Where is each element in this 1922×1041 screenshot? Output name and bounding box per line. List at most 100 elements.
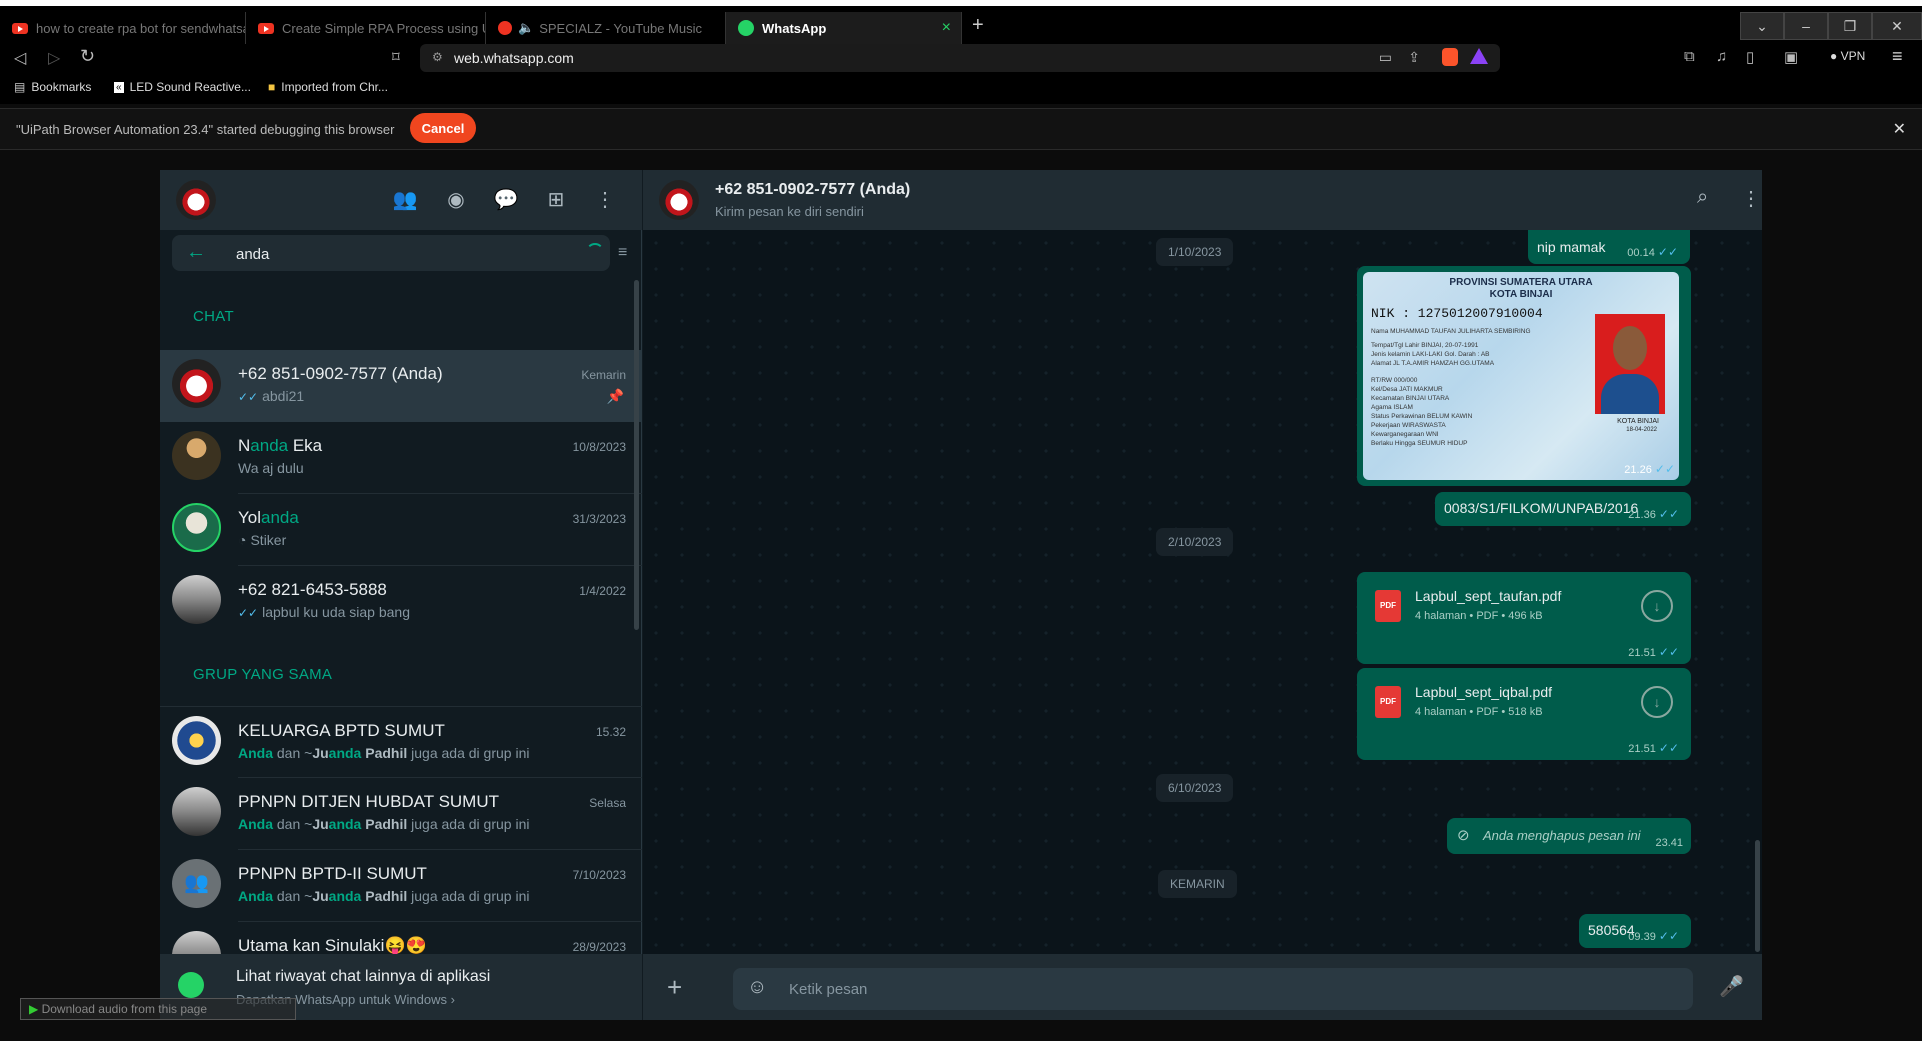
read-ticks-icon: ✓✓ — [238, 390, 259, 404]
search-input[interactable] — [236, 243, 536, 265]
site-info-icon[interactable]: ⚙ — [432, 50, 443, 64]
avatar — [172, 431, 221, 480]
group-item[interactable]: Utama kan Sinulaki😝😍 28/9/2023 — [160, 922, 642, 954]
new-tab-button[interactable]: + — [972, 14, 984, 37]
chat-title: Yolanda — [238, 508, 299, 527]
youtube-icon — [258, 22, 274, 34]
contact-avatar[interactable] — [659, 180, 699, 220]
message-input[interactable] — [733, 968, 1693, 1010]
group-default-avatar: 👥 — [172, 859, 221, 908]
group-members: Anda dan ~Juanda Padhil juga ada di grup… — [238, 888, 530, 904]
share-icon[interactable]: ⇪ — [1408, 49, 1420, 66]
pdf-icon: PDF — [1375, 590, 1401, 622]
bookmark-item[interactable]: «LED Sound Reactive... — [114, 80, 251, 94]
new-chat-icon[interactable]: ⊞ — [543, 188, 569, 212]
close-window-button[interactable]: ✕ — [1872, 12, 1922, 40]
chat-time: 31/3/2023 — [572, 512, 626, 526]
chat-list-scrollbar[interactable] — [634, 280, 639, 630]
bookmark-folder[interactable]: ■ Imported from Chr... — [268, 80, 388, 94]
status-icon[interactable]: ◉ — [443, 188, 469, 212]
message-bubble[interactable]: 580564 09.39 ✓✓ — [1579, 914, 1691, 948]
blocked-icon: ⊘ — [1457, 827, 1470, 844]
restore-button[interactable]: ❐ — [1828, 12, 1872, 40]
conversation-header[interactable]: +62 851-0902-7577 (Anda) Kirim pesan ke … — [643, 170, 1762, 230]
reload-icon[interactable]: ↻ — [80, 46, 95, 67]
conversation-pane: +62 851-0902-7577 (Anda) Kirim pesan ke … — [643, 170, 1762, 1020]
chat-time: 10/8/2023 — [572, 440, 626, 454]
deleted-message[interactable]: ⊘ Anda menghapus pesan ini 23.41 — [1447, 818, 1691, 854]
attach-plus-icon[interactable]: + — [667, 972, 682, 1003]
file-meta: 4 halaman • PDF • 518 kB — [1415, 706, 1543, 718]
file-name: Lapbul_sept_taufan.pdf — [1415, 588, 1562, 604]
chat-time: 7/10/2023 — [572, 868, 626, 882]
chat-time: 15.32 — [595, 725, 626, 739]
pin-icon: 📌 — [606, 388, 624, 404]
message-time: 09.39 ✓✓ — [1628, 929, 1679, 943]
message-time: 23.41 — [1655, 837, 1683, 849]
search-icon[interactable]: ⌕ — [1697, 186, 1708, 209]
document-message[interactable]: PDF Lapbul_sept_iqbal.pdf 4 halaman • PD… — [1357, 668, 1691, 760]
group-item[interactable]: KELUARGA BPTD SUMUT Anda dan ~Juanda Pad… — [160, 706, 642, 778]
bookmark-icon[interactable]: ⌑ — [392, 48, 400, 66]
image-message[interactable]: PROVINSI SUMATERA UTARA KOTA BINJAI NIK … — [1357, 266, 1691, 486]
close-infobar-icon[interactable]: ✕ — [1893, 119, 1906, 139]
group-members: Anda dan ~Juanda Padhil juga ada di grup… — [238, 816, 530, 832]
conversation-subtitle: Kirim pesan ke diri sendiri — [715, 204, 864, 219]
filter-icon[interactable]: ≡ — [618, 244, 627, 262]
browser-tab-whatsapp[interactable]: WhatsApp × — [726, 12, 962, 44]
cancel-debug-button[interactable]: Cancel — [410, 113, 476, 143]
banner-title: Lihat riwayat chat lainnya di aplikasi — [236, 968, 491, 985]
ktp-image[interactable]: PROVINSI SUMATERA UTARA KOTA BINJAI NIK … — [1363, 272, 1679, 480]
brave-rewards-icon[interactable] — [1470, 48, 1488, 64]
compose-bar: + ☺ 🎤 — [643, 954, 1762, 1020]
sidebar-icon[interactable]: ▯ — [1746, 48, 1754, 66]
back-icon[interactable]: ◁ — [14, 48, 26, 68]
conversation-scrollbar[interactable] — [1755, 840, 1760, 952]
browser-tab[interactable]: 🔈 SPECIALZ - YouTube Music — [486, 12, 726, 44]
media-icon[interactable]: ♫ — [1716, 48, 1727, 65]
url-field[interactable]: ⚙ web.whatsapp.com ▭ ⇪ — [420, 44, 1500, 72]
forward-icon[interactable]: ▷ — [48, 48, 60, 68]
download-icon[interactable]: ↓ — [1641, 590, 1673, 622]
group-item[interactable]: PPNPN DITJEN HUBDAT SUMUT Anda dan ~Juan… — [160, 778, 642, 850]
chat-preview: ◔ Stiker — [238, 532, 287, 548]
group-item[interactable]: 👥 PPNPN BPTD-II SUMUT Anda dan ~Juanda P… — [160, 850, 642, 922]
communities-icon[interactable]: 👥 — [392, 188, 418, 212]
url-text: web.whatsapp.com — [454, 50, 574, 66]
chat-item[interactable]: Yolanda ◔ Stiker 31/3/2023 — [160, 494, 642, 566]
menu-icon[interactable]: ≡ — [1892, 46, 1903, 67]
message-time: 21.36 ✓✓ — [1628, 507, 1679, 521]
brave-shields-icon[interactable] — [1442, 48, 1458, 66]
minimize-button[interactable]: – — [1784, 12, 1828, 40]
browser-tab[interactable]: Create Simple RPA Process using UiPa... — [246, 12, 486, 44]
message-bubble[interactable]: nip mamak 00.14 ✓✓ — [1528, 230, 1690, 264]
menu-dots-icon[interactable]: ⋮ — [1741, 186, 1761, 211]
search-box: ← — [172, 235, 610, 271]
microphone-icon[interactable]: 🎤 — [1719, 974, 1744, 999]
avatar — [172, 931, 221, 954]
cast-icon[interactable]: ▭ — [1379, 49, 1392, 66]
back-arrow-icon[interactable]: ← — [186, 241, 206, 264]
section-label-groups: GRUP YANG SAMA — [193, 666, 333, 683]
chat-time: Kemarin — [581, 368, 626, 382]
document-message[interactable]: PDF Lapbul_sept_taufan.pdf 4 halaman • P… — [1357, 572, 1691, 664]
my-avatar[interactable] — [176, 180, 216, 220]
wallet-icon[interactable]: ▣ — [1784, 48, 1798, 66]
group-title: KELUARGA BPTD SUMUT — [238, 721, 445, 740]
message-bubble[interactable]: 0083/S1/FILKOM/UNPAB/2016 21.36 ✓✓ — [1435, 492, 1691, 526]
close-tab-icon[interactable]: × — [942, 19, 951, 37]
browser-tab-bar: how to create rpa bot for sendwhatsa... … — [0, 0, 1922, 44]
extensions-icon[interactable]: ⧉ — [1684, 48, 1695, 65]
download-audio-overlay[interactable]: ▶ Download audio from this page — [20, 998, 296, 1020]
bookmarks-folder[interactable]: ▤ Bookmarks — [14, 80, 91, 94]
browser-tab[interactable]: how to create rpa bot for sendwhatsa... — [0, 12, 246, 44]
chat-item-self[interactable]: +62 851-0902-7577 (Anda) ✓✓ abdi21 Kemari… — [160, 350, 642, 422]
channels-icon[interactable]: 💬 — [493, 188, 519, 212]
tab-search-button[interactable]: ⌄ — [1740, 12, 1784, 40]
download-icon[interactable]: ↓ — [1641, 686, 1673, 718]
chat-item[interactable]: +62 821-6453-5888 ✓✓ lapbul ku uda siap b… — [160, 566, 642, 638]
chat-item[interactable]: Nanda Eka Wa aj dulu 10/8/2023 — [160, 422, 642, 494]
emoji-icon[interactable]: ☺ — [747, 976, 767, 999]
menu-dots-icon[interactable]: ⋮ — [592, 188, 618, 212]
vpn-button[interactable]: ● VPN — [1830, 49, 1865, 63]
